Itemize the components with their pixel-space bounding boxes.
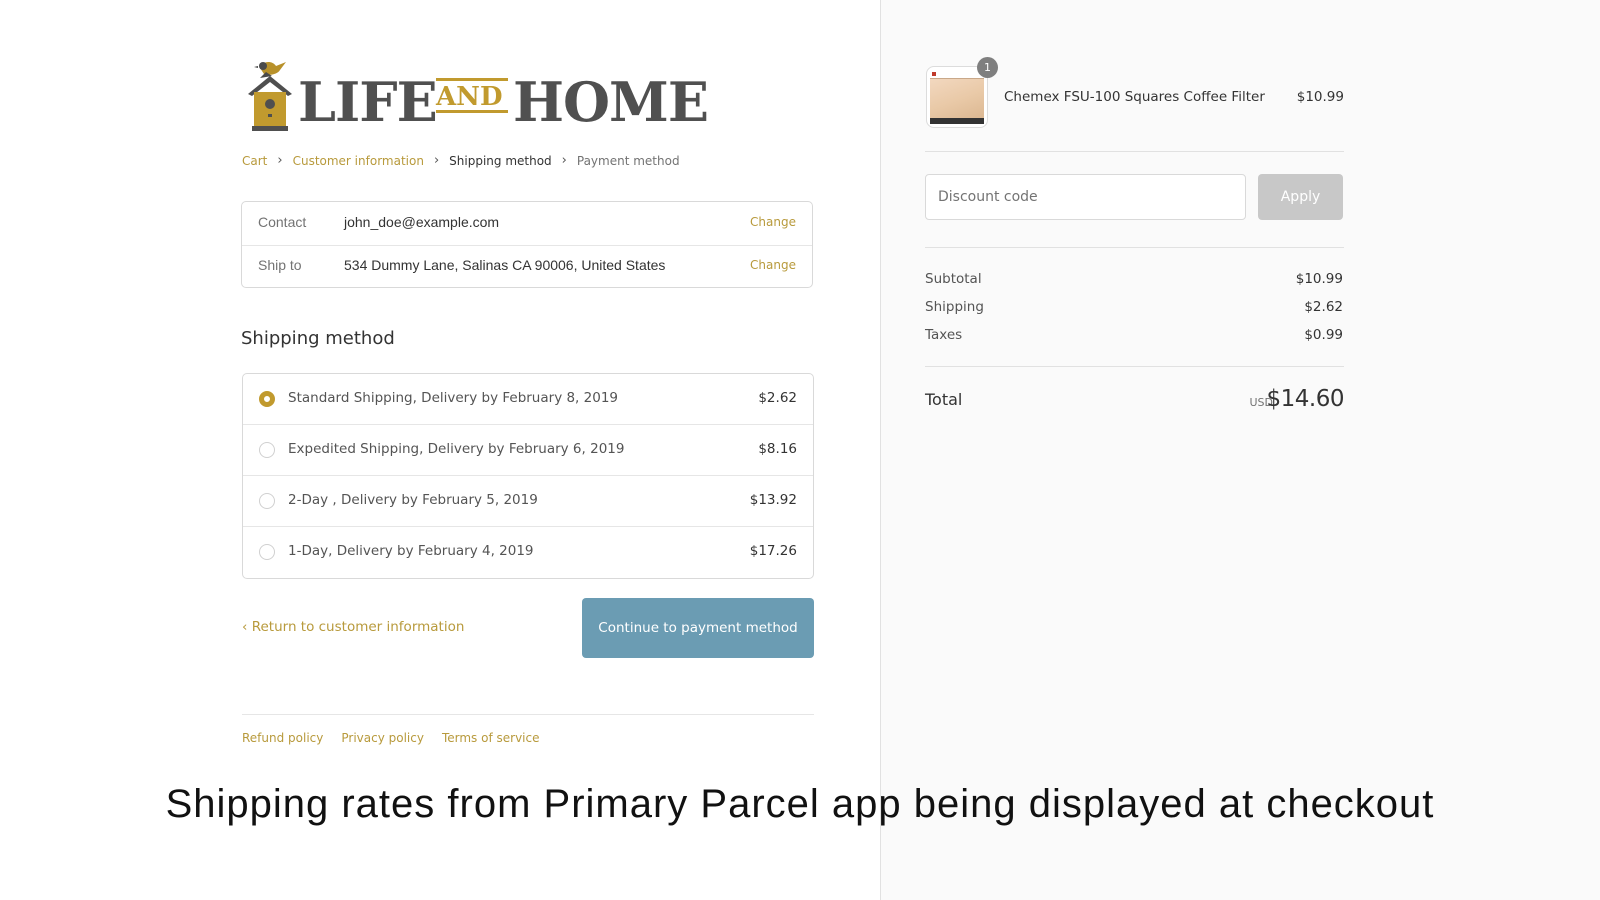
shipping-option-price: $17.26 — [749, 543, 797, 559]
shipping-option-label: 1-Day, Delivery by February 4, 2019 — [288, 543, 534, 559]
radio-button-selected[interactable] — [259, 391, 275, 407]
review-block: Contact john_doe@example.com Change Ship… — [241, 201, 813, 288]
shipping-method-heading: Shipping method — [241, 328, 395, 349]
shipping-option-price: $2.62 — [758, 390, 797, 406]
logo-word-life: LIFE — [298, 70, 438, 134]
product-package-label — [930, 70, 984, 79]
review-row-ship-to: Ship to 534 Dummy Lane, Salinas CA 90006… — [242, 245, 812, 288]
return-to-customer-information-link[interactable]: ‹ Return to customer information — [242, 619, 464, 635]
shipping-option-1-day[interactable]: 1-Day, Delivery by February 4, 2019 $17.… — [243, 527, 813, 578]
continue-to-payment-button[interactable]: Continue to payment method — [582, 598, 814, 658]
summary-divider — [925, 247, 1344, 248]
ship-to-label: Ship to — [258, 257, 302, 273]
taxes-label: Taxes — [925, 327, 963, 343]
logo-word-home: HOME — [513, 70, 709, 134]
breadcrumb-payment-method: Payment method — [576, 153, 680, 168]
policy-links: Refund policy Privacy policy Terms of se… — [242, 731, 540, 745]
logo-and-rule-bottom — [436, 110, 508, 113]
total-label: Total — [925, 390, 963, 409]
shipping-option-2-day[interactable]: 2-Day , Delivery by February 5, 2019 $13… — [243, 476, 813, 527]
birdhouse-icon — [248, 62, 292, 131]
discount-code-input[interactable] — [925, 174, 1246, 220]
total-value: $14.60 — [1266, 386, 1345, 412]
quantity-badge: 1 — [977, 57, 998, 78]
return-link-label: Return to customer information — [251, 619, 465, 635]
contact-value: john_doe@example.com — [344, 214, 500, 230]
product-name: Chemex FSU-100 Squares Coffee Filter — [1004, 89, 1265, 105]
shipping-option-expedited[interactable]: Expedited Shipping, Delivery by February… — [243, 425, 813, 476]
subtotal-label: Subtotal — [925, 271, 982, 287]
chevron-left-icon: ‹ — [242, 619, 248, 635]
shipping-value: $2.62 — [1304, 299, 1343, 315]
chevron-right-icon: › — [277, 153, 283, 168]
shipping-option-label: Expedited Shipping, Delivery by February… — [288, 441, 625, 457]
shipping-label: Shipping — [925, 299, 984, 315]
taxes-value: $0.99 — [1304, 327, 1343, 343]
shipping-option-price: $8.16 — [758, 441, 797, 457]
shipping-methods-list: Standard Shipping, Delivery by February … — [242, 373, 814, 579]
logo-and-rule-top — [436, 78, 508, 81]
store-logo[interactable]: LIFE AND HOME — [246, 58, 709, 134]
apply-discount-button[interactable]: Apply — [1258, 174, 1343, 220]
footer-divider — [242, 714, 814, 715]
change-contact-link[interactable]: Change — [750, 215, 796, 229]
radio-button[interactable] — [259, 442, 275, 458]
shipping-option-standard[interactable]: Standard Shipping, Delivery by February … — [243, 374, 813, 425]
shipping-option-label: 2-Day , Delivery by February 5, 2019 — [288, 492, 538, 508]
chevron-right-icon: › — [433, 153, 440, 168]
ship-to-value: 534 Dummy Lane, Salinas CA 90006, United… — [344, 257, 666, 273]
change-ship-to-link[interactable]: Change — [750, 258, 796, 272]
refund-policy-link[interactable]: Refund policy — [242, 731, 323, 745]
privacy-policy-link[interactable]: Privacy policy — [341, 731, 424, 745]
breadcrumb-customer-information[interactable]: Customer information — [293, 154, 424, 168]
product-package-footer — [930, 118, 984, 124]
chevron-right-icon: › — [561, 153, 567, 168]
terms-of-service-link[interactable]: Terms of service — [442, 731, 540, 745]
checkout-main: LIFE AND HOME Cart › Customer informatio… — [0, 0, 880, 900]
shipping-option-price: $13.92 — [749, 492, 797, 508]
product-thumbnail — [926, 66, 988, 128]
contact-label: Contact — [258, 214, 307, 230]
summary-divider — [925, 366, 1344, 367]
breadcrumb-shipping-method: Shipping method — [449, 153, 552, 168]
order-summary-sidebar — [880, 0, 1600, 900]
product-price: $10.99 — [1296, 89, 1344, 105]
review-row-contact: Contact john_doe@example.com Change — [242, 202, 812, 246]
summary-divider — [925, 151, 1344, 152]
radio-button[interactable] — [259, 544, 275, 560]
breadcrumb: Cart › Customer information › Shipping m… — [242, 153, 680, 168]
subtotal-value: $10.99 — [1295, 271, 1343, 287]
screenshot-caption: Shipping rates from Primary Parcel app b… — [165, 782, 1435, 826]
logo-word-and: AND — [436, 82, 503, 112]
breadcrumb-cart[interactable]: Cart — [242, 154, 267, 168]
shipping-option-label: Standard Shipping, Delivery by February … — [288, 390, 618, 406]
radio-button[interactable] — [259, 493, 275, 509]
